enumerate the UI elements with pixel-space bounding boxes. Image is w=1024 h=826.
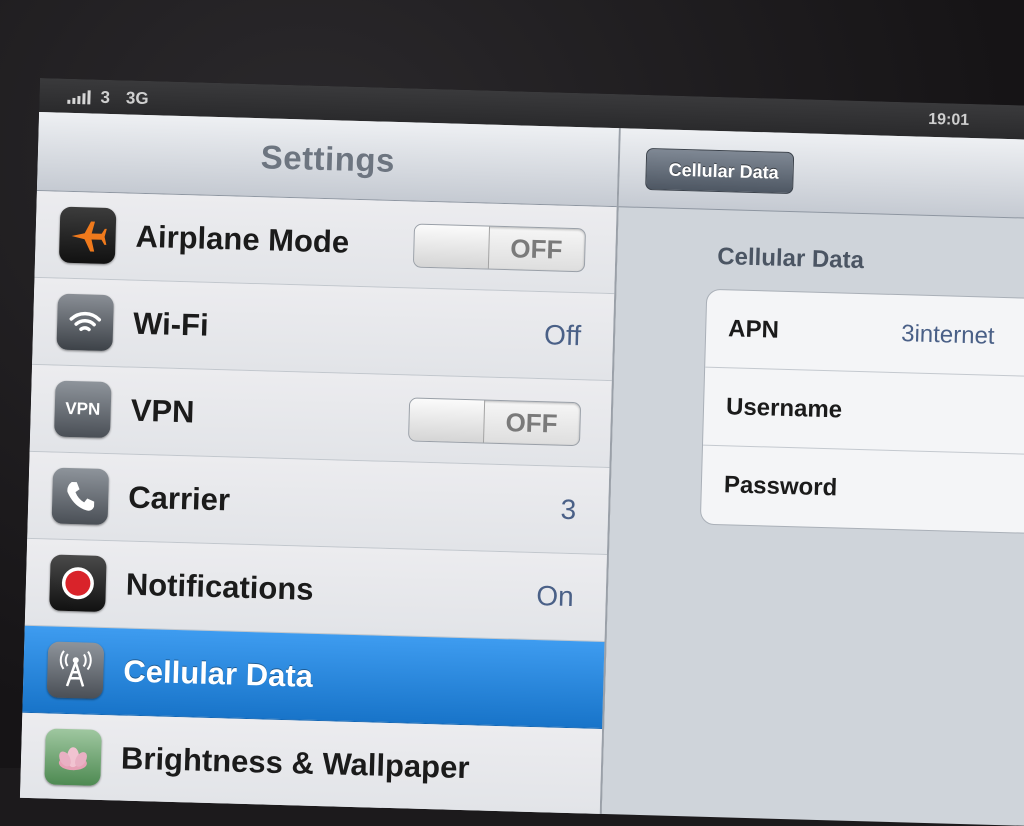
wifi-icon: [56, 293, 114, 352]
signal-strength-icon: [67, 90, 91, 105]
carrier-name: 3: [100, 87, 111, 107]
wifi-status-value: Off: [543, 319, 582, 352]
settings-row-label: Airplane Mode: [135, 218, 350, 260]
settings-master-pane: Settings Airplane Mode OFF Wi-Fi Off VPN…: [19, 111, 621, 826]
section-title: Cellular Data: [716, 242, 865, 275]
settings-row-notifications[interactable]: Notifications On: [24, 538, 607, 642]
apn-field-row[interactable]: APN 3internet: [705, 289, 1024, 378]
toggle-state: OFF: [510, 233, 563, 265]
username-field-row[interactable]: Username: [702, 367, 1024, 456]
status-time: 19:01: [928, 110, 970, 129]
cellular-antenna-icon: [46, 641, 105, 699]
notifications-value: On: [535, 580, 575, 613]
phone-icon: [51, 467, 110, 526]
vpn-icon: VPN: [53, 380, 112, 439]
vpn-icon-text: VPN: [65, 398, 101, 419]
password-field-row[interactable]: Password: [701, 446, 1024, 533]
toggle-state: OFF: [505, 407, 558, 439]
notifications-icon: [49, 554, 107, 613]
settings-row-cellular-data[interactable]: Cellular Data: [22, 625, 605, 729]
cellular-data-detail-pane: Cellular Data Cellular Data APN 3interne…: [601, 128, 1024, 826]
settings-row-airplane-mode[interactable]: Airplane Mode OFF: [34, 190, 617, 295]
ipad-screen: 3 3G 19:01 Settings Airplane Mode OFF Wi…: [19, 78, 1024, 826]
detail-navbar: Cellular Data: [618, 128, 1024, 221]
settings-row-carrier[interactable]: Carrier 3: [27, 451, 610, 556]
settings-row-label: VPN: [130, 392, 195, 430]
settings-row-brightness-wallpaper[interactable]: Brightness & Wallpaper: [19, 712, 603, 816]
apn-settings-group: APN 3internet Username Password: [699, 288, 1024, 535]
settings-row-label: Wi-Fi: [132, 305, 210, 343]
vpn-toggle[interactable]: OFF: [407, 397, 582, 447]
apn-input[interactable]: 3internet: [900, 295, 996, 375]
field-label: APN: [727, 315, 780, 344]
settings-row-label: Brightness & Wallpaper: [120, 740, 470, 786]
settings-row-label: Notifications: [125, 566, 315, 607]
settings-row-label: Carrier: [127, 479, 231, 518]
settings-row-label: Cellular Data: [122, 653, 314, 694]
toggle-knob[interactable]: [409, 398, 486, 443]
airplane-icon: [58, 206, 117, 265]
toggle-knob[interactable]: [413, 224, 491, 269]
settings-row-wifi[interactable]: Wi-Fi Off: [31, 277, 615, 382]
carrier-value: 3: [560, 493, 577, 526]
field-label: Password: [723, 471, 838, 502]
status-left: 3 3G: [67, 87, 149, 109]
wallpaper-icon: [44, 728, 102, 786]
page-title: Settings: [260, 138, 396, 179]
back-button[interactable]: Cellular Data: [645, 147, 795, 195]
settings-row-vpn[interactable]: VPN VPN OFF: [29, 364, 612, 469]
field-label: Username: [725, 393, 843, 424]
network-type: 3G: [125, 88, 149, 109]
airplane-mode-toggle[interactable]: OFF: [412, 223, 587, 273]
